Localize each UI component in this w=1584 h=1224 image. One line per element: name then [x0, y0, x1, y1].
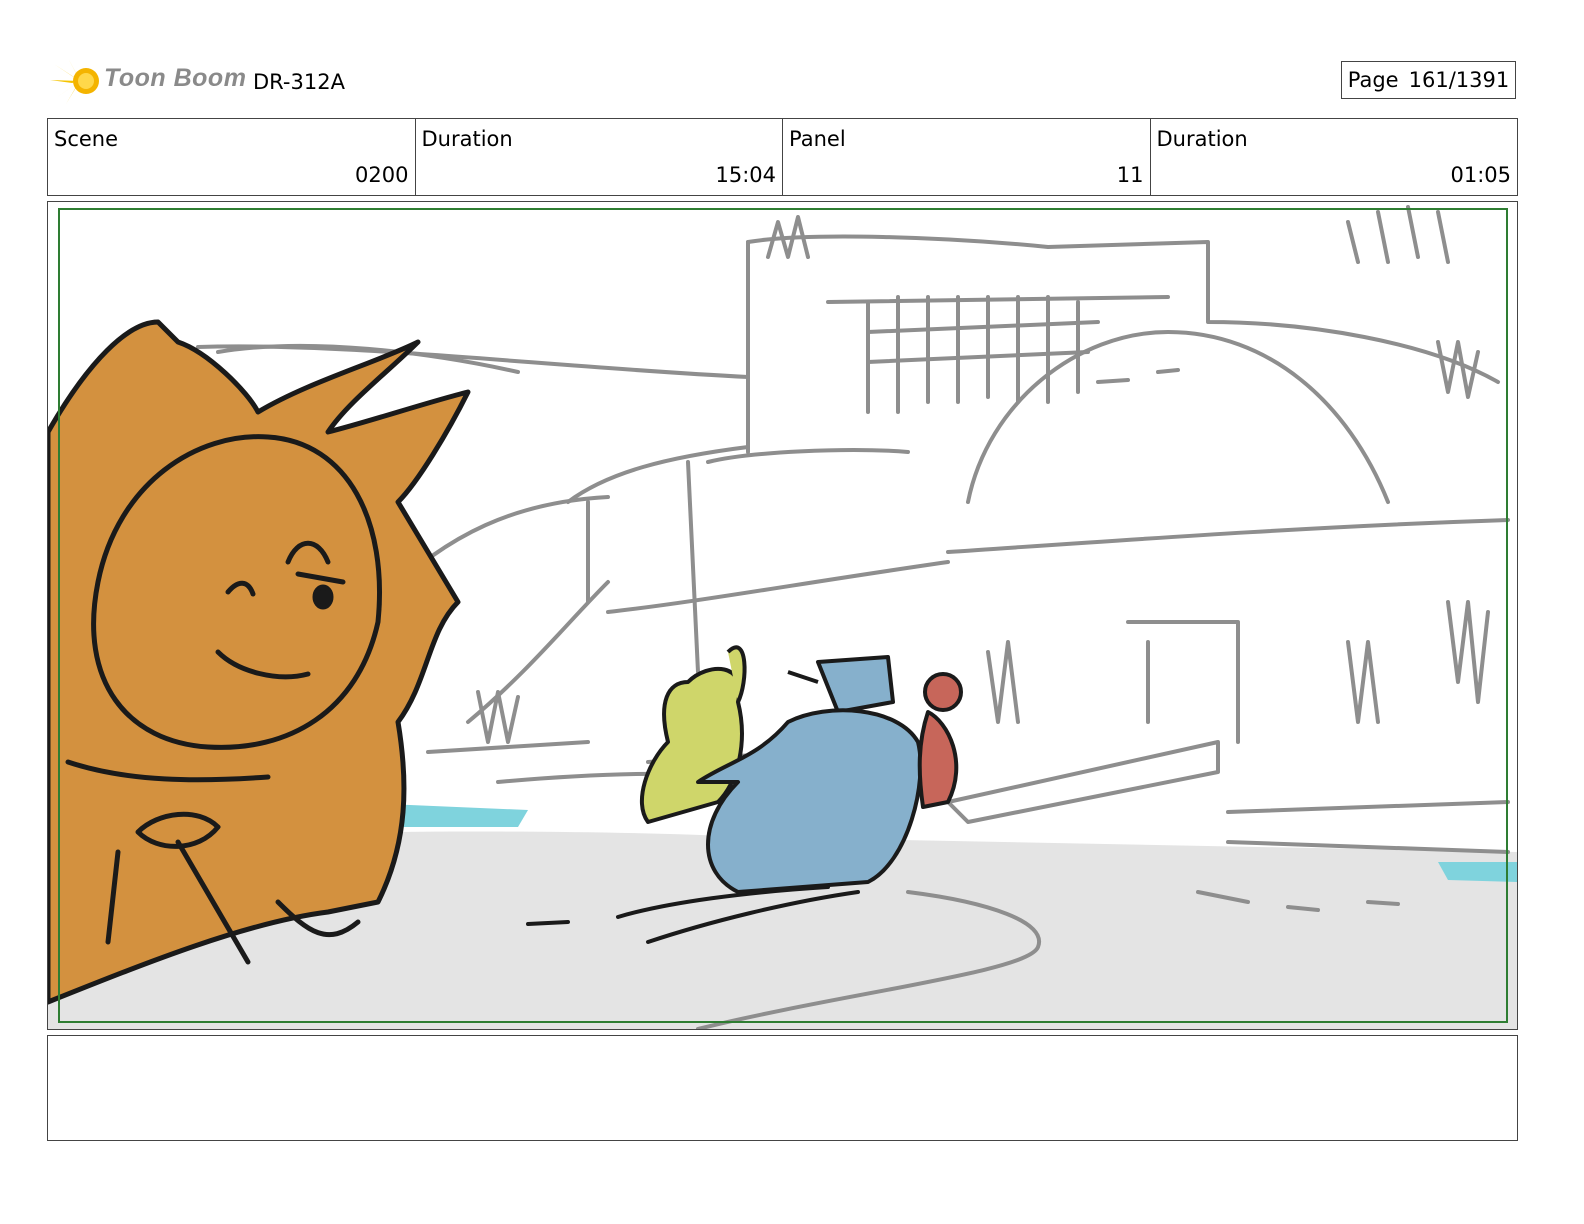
toon-boom-logo-icon [50, 58, 99, 104]
panel-duration-cell: Duration 01:05 [1151, 119, 1518, 195]
scene-cell: Scene 0200 [48, 119, 416, 195]
panel-label: Panel [789, 127, 846, 151]
scene-duration-value: 15:04 [715, 163, 776, 187]
scene-value: 0200 [355, 163, 409, 187]
water-right [1438, 862, 1517, 882]
panel-duration-value: 01:05 [1450, 163, 1511, 187]
scene-duration-label: Duration [421, 127, 513, 151]
scene-info-table: Scene 0200 Duration 15:04 Panel 11 Durat… [47, 118, 1518, 196]
panel-duration-label: Duration [1156, 127, 1248, 151]
page-value: 161/1391 [1408, 68, 1510, 92]
panel-sketch-image [48, 205, 1517, 1029]
panel-cell: Panel 11 [783, 119, 1151, 195]
brand-name: Toon Boom [104, 64, 247, 92]
page-indicator: Page 161/1391 [1341, 61, 1516, 99]
document-id: DR-312A [253, 70, 345, 94]
storyboard-panel [47, 201, 1518, 1030]
page-label: Page [1347, 68, 1399, 92]
scene-label: Scene [54, 127, 119, 151]
panel-notes-box [47, 1035, 1518, 1141]
scene-duration-cell: Duration 15:04 [416, 119, 783, 195]
panel-value: 11 [1116, 163, 1144, 187]
red-character [917, 672, 963, 809]
